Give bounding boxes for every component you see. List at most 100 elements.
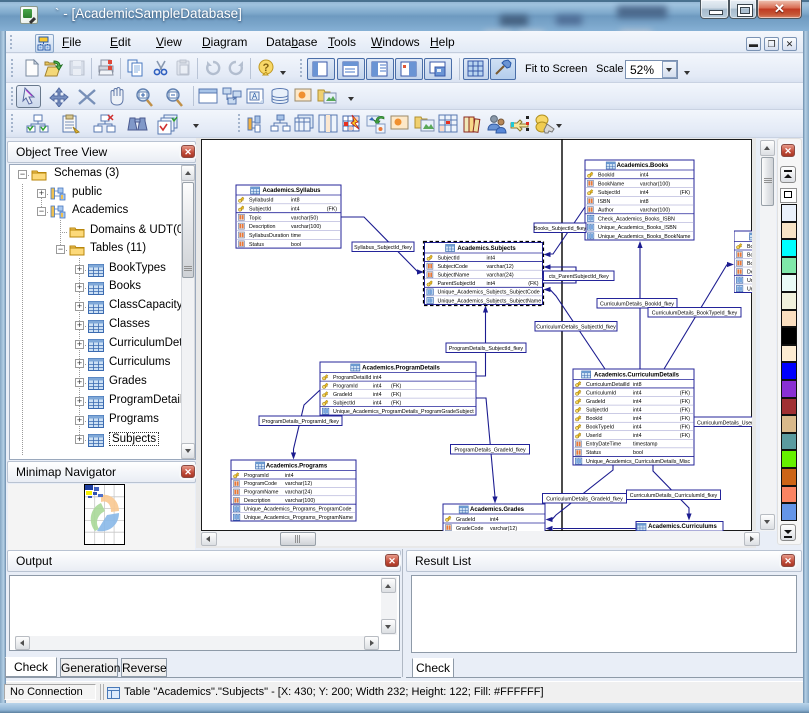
svg-text:SubjectCode: SubjectCode bbox=[438, 264, 468, 270]
svg-text:BookTypeName: BookTypeName bbox=[747, 261, 752, 267]
svg-text:(FK): (FK) bbox=[680, 407, 691, 413]
svg-text:Academics.Grades: Academics.Grades bbox=[470, 507, 525, 513]
svg-text:bool: bool bbox=[291, 242, 301, 248]
svg-text:BookTypeCode: BookTypeCode bbox=[747, 252, 752, 258]
svg-text:SubjectId: SubjectId bbox=[586, 407, 608, 413]
svg-text:int4: int4 bbox=[640, 190, 649, 196]
svg-text:CurriculumDetails_GradeId_fkey: CurriculumDetails_GradeId_fkey bbox=[546, 496, 623, 502]
svg-text:BookTypeId: BookTypeId bbox=[586, 425, 614, 431]
svg-text:int4: int4 bbox=[640, 173, 649, 179]
svg-text:int4: int4 bbox=[490, 517, 499, 523]
svg-text:(FK): (FK) bbox=[391, 383, 402, 389]
svg-text:BookId: BookId bbox=[598, 173, 615, 179]
svg-text:varchar(100): varchar(100) bbox=[640, 181, 670, 187]
svg-text:SyllabusDuration: SyllabusDuration bbox=[249, 233, 289, 239]
svg-text:(FK): (FK) bbox=[680, 190, 691, 196]
svg-text:ProgramDetails_ProgramId_fkey: ProgramDetails_ProgramId_fkey bbox=[262, 419, 339, 425]
svg-text:Check_Academics_Books_ISBN: Check_Academics_Books_ISBN bbox=[598, 216, 675, 222]
svg-text:ProgramId: ProgramId bbox=[333, 383, 358, 389]
svg-text:EntryDateTime: EntryDateTime bbox=[586, 442, 621, 448]
svg-text:CurriculumDetails_BookTypeId_f: CurriculumDetails_BookTypeId_fkey bbox=[652, 310, 738, 316]
svg-text:varchar(100): varchar(100) bbox=[285, 498, 315, 504]
svg-text:Description: Description bbox=[747, 269, 752, 275]
svg-text:SubjectId: SubjectId bbox=[598, 190, 620, 196]
svg-text:Unique_Academics_BookTypes_Nam: Unique_Academics_BookTypes_Name bbox=[747, 286, 752, 292]
svg-text:int4: int4 bbox=[633, 425, 642, 431]
svg-text:ProgramCode: ProgramCode bbox=[244, 481, 277, 487]
svg-text:int4: int4 bbox=[633, 390, 642, 396]
svg-text:int4: int4 bbox=[373, 392, 382, 398]
svg-text:Unique_Academics_Programs_Prog: Unique_Academics_Programs_ProgramCode bbox=[244, 506, 352, 512]
svg-text:BookId: BookId bbox=[586, 416, 603, 422]
svg-text:Author: Author bbox=[598, 208, 614, 214]
svg-text:int4: int4 bbox=[633, 416, 642, 422]
svg-text:CurriculumDetails_UserId_f: CurriculumDetails_UserId_f bbox=[697, 420, 752, 426]
svg-text:(FK): (FK) bbox=[528, 281, 539, 287]
svg-text:cts_ParentSubjectId_fkey: cts_ParentSubjectId_fkey bbox=[549, 274, 609, 280]
svg-text:Academics.Syllabus: Academics.Syllabus bbox=[262, 188, 321, 194]
svg-text:varchar(12): varchar(12) bbox=[487, 264, 514, 270]
svg-text:Academics.ProgramDetails: Academics.ProgramDetails bbox=[362, 366, 440, 372]
svg-text:varchar(12): varchar(12) bbox=[285, 481, 312, 487]
svg-text:(FK): (FK) bbox=[680, 390, 691, 396]
svg-text:Books_SubjectId_fkey: Books_SubjectId_fkey bbox=[534, 226, 587, 232]
svg-text:ProgramDetails_SubjectId_fkey: ProgramDetails_SubjectId_fkey bbox=[449, 346, 524, 352]
svg-text:Unique_Academics_CurriculumDet: Unique_Academics_CurriculumDetails_Misc bbox=[586, 459, 691, 465]
svg-text:SubjectId: SubjectId bbox=[333, 400, 355, 406]
svg-text:Academics.Books: Academics.Books bbox=[617, 163, 669, 169]
svg-text:?: ? bbox=[263, 62, 270, 74]
svg-text:CurriculumDetails_SubjectId_fk: CurriculumDetails_SubjectId_fkey bbox=[536, 324, 616, 330]
svg-text:(FK): (FK) bbox=[680, 416, 691, 422]
svg-text:Unique_Academics_Subjects_Subj: Unique_Academics_Subjects_SubjectCode bbox=[438, 290, 540, 296]
svg-text:BookTypeId: BookTypeId bbox=[747, 244, 752, 250]
svg-text:(FK): (FK) bbox=[391, 392, 402, 398]
svg-text:varchar(100): varchar(100) bbox=[640, 208, 670, 214]
svg-text:time: time bbox=[291, 233, 301, 239]
svg-text:Unique_Academics_Books_BookNam: Unique_Academics_Books_BookName bbox=[598, 234, 691, 240]
svg-text:CurriculumDetails_CurriculumId: CurriculumDetails_CurriculumId_fkey bbox=[630, 493, 718, 499]
svg-text:SubjectName: SubjectName bbox=[438, 273, 470, 279]
svg-text:ISBN: ISBN bbox=[598, 199, 611, 205]
svg-text:int8: int8 bbox=[633, 382, 642, 388]
svg-text:(FK): (FK) bbox=[327, 207, 338, 213]
svg-text:int4: int4 bbox=[487, 255, 496, 261]
svg-text:int4: int4 bbox=[487, 281, 496, 287]
svg-text:CurriculumDetailId: CurriculumDetailId bbox=[586, 382, 630, 388]
svg-text:varchar(50): varchar(50) bbox=[291, 215, 318, 221]
svg-text:GradeId: GradeId bbox=[333, 392, 352, 398]
svg-text:int4: int4 bbox=[373, 375, 382, 381]
svg-text:ProgramDetails_GradeId_fkey: ProgramDetails_GradeId_fkey bbox=[454, 447, 526, 453]
svg-text:UserId: UserId bbox=[586, 433, 602, 439]
svg-text:GradeId: GradeId bbox=[586, 399, 605, 405]
svg-text:SyllabusId: SyllabusId bbox=[249, 198, 273, 204]
svg-text:A: A bbox=[252, 92, 258, 101]
svg-text:int4: int4 bbox=[373, 383, 382, 389]
svg-text:(FK): (FK) bbox=[680, 425, 691, 431]
svg-text:Status: Status bbox=[249, 242, 264, 248]
svg-text:varchar(24): varchar(24) bbox=[285, 490, 312, 496]
svg-text:int4: int4 bbox=[373, 400, 382, 406]
svg-text:GradeId: GradeId bbox=[456, 517, 475, 523]
svg-text:Status: Status bbox=[586, 450, 601, 456]
svg-text:Unique_Academics_ProgramDetail: Unique_Academics_ProgramDetails_ProgramG… bbox=[333, 409, 474, 415]
svg-text:(FK): (FK) bbox=[391, 400, 402, 406]
svg-text:int4: int4 bbox=[633, 407, 642, 413]
svg-text:Academics.Subjects: Academics.Subjects bbox=[457, 246, 516, 252]
svg-text:int8: int8 bbox=[291, 198, 300, 204]
svg-text:timestamp: timestamp bbox=[633, 442, 657, 448]
svg-text:BookName: BookName bbox=[598, 181, 624, 187]
svg-text:SubjectId: SubjectId bbox=[249, 207, 271, 213]
svg-text:Unique_Academics_Books_ISBN: Unique_Academics_Books_ISBN bbox=[598, 225, 677, 231]
svg-text:int4: int4 bbox=[633, 433, 642, 439]
svg-text:Unique_Academics_Subjects_Subj: Unique_Academics_Subjects_SubjectName bbox=[438, 298, 542, 304]
svg-text:ProgramDetailId: ProgramDetailId bbox=[333, 375, 371, 381]
svg-text:ParentSubjectId: ParentSubjectId bbox=[438, 281, 476, 287]
svg-text:CurriculumDetails_BookId_fkey: CurriculumDetails_BookId_fkey bbox=[600, 301, 674, 307]
svg-text:int4: int4 bbox=[285, 473, 294, 479]
svg-text:Syllabus_SubjectId_fkey: Syllabus_SubjectId_fkey bbox=[354, 245, 412, 251]
svg-text:(FK): (FK) bbox=[680, 399, 691, 405]
svg-text:varchar(24): varchar(24) bbox=[487, 273, 514, 279]
svg-text:int4: int4 bbox=[291, 207, 300, 213]
svg-text:Topic: Topic bbox=[249, 215, 262, 221]
svg-text:Description: Description bbox=[249, 224, 276, 230]
